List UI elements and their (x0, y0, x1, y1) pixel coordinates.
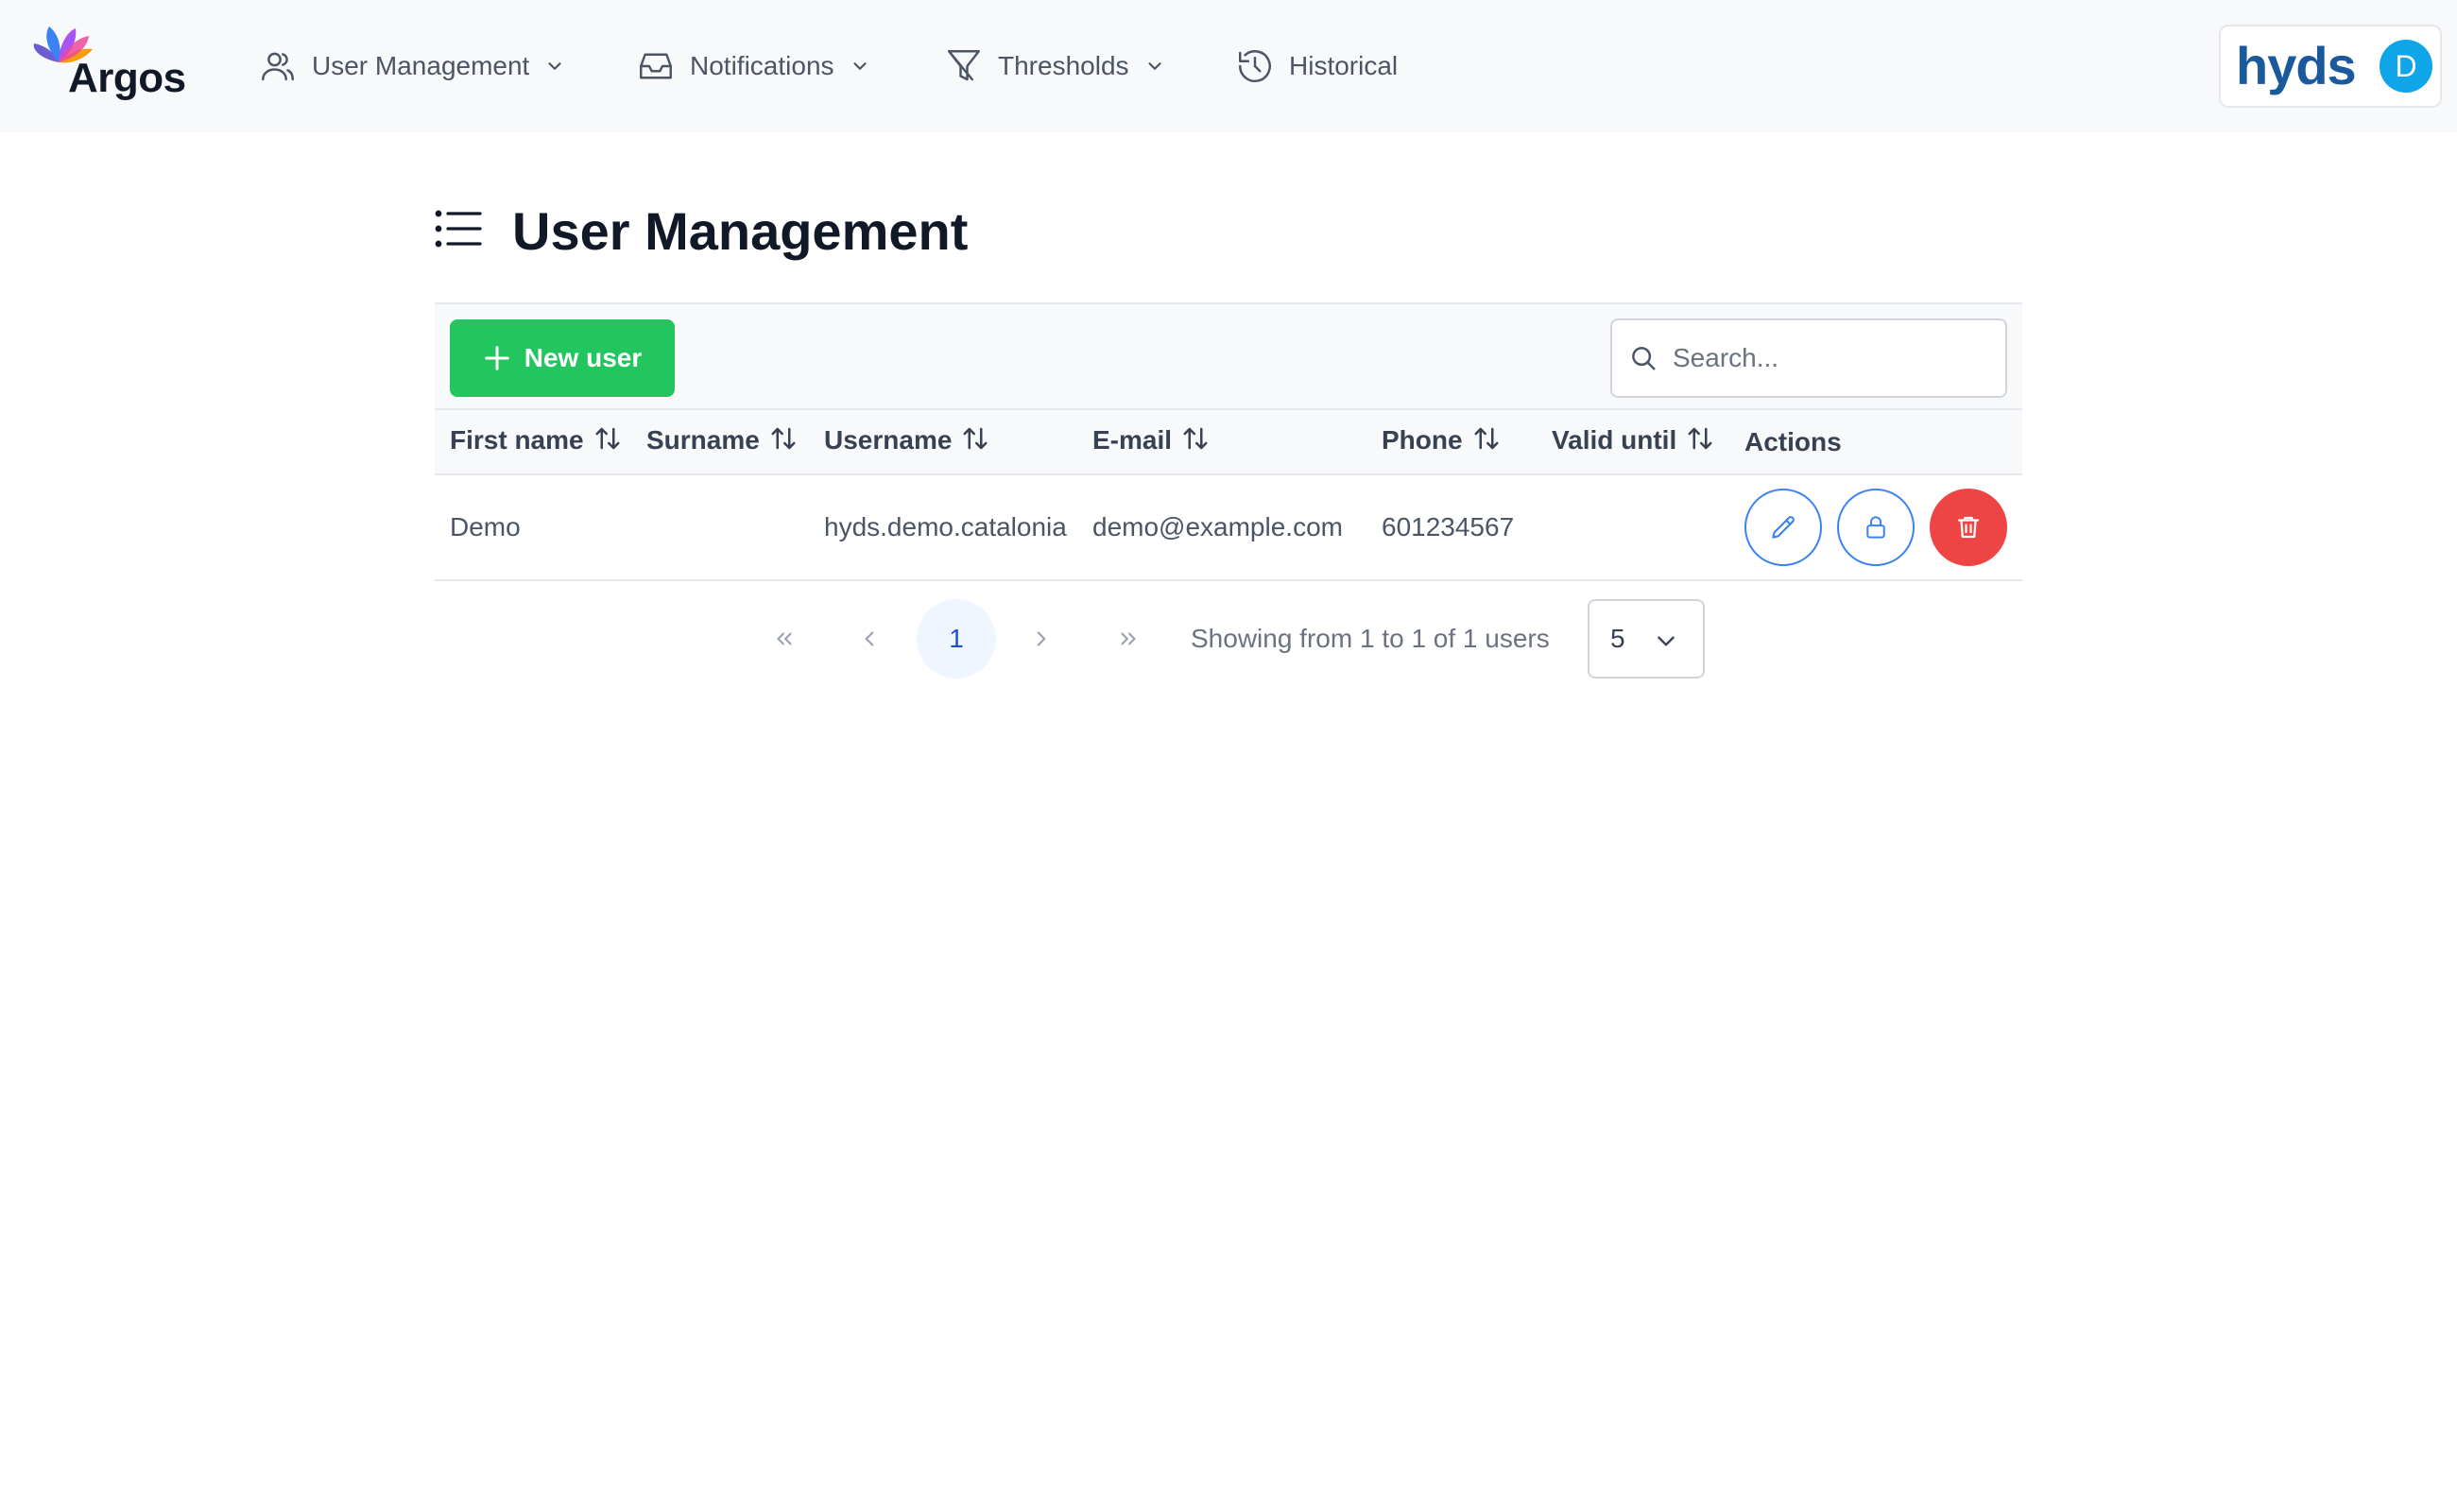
nav-historical[interactable]: Historical (1234, 0, 1398, 132)
change-password-button[interactable] (1837, 489, 1915, 566)
col-actions: Actions (1729, 410, 2022, 474)
nav-user-management[interactable]: User Management (257, 0, 565, 132)
chevrons-left-icon (772, 627, 797, 651)
pencil-icon (1768, 512, 1798, 542)
top-navbar: Argos User Management Notifications Thre… (0, 0, 2457, 132)
lock-icon (1862, 513, 1890, 541)
search-box[interactable] (1610, 318, 2007, 398)
chevron-down-icon (1654, 629, 1678, 654)
cell-first-name: Demo (450, 512, 521, 541)
col-label: First name (450, 424, 584, 455)
prev-page-button[interactable] (830, 599, 909, 679)
nav-label: Notifications (690, 51, 834, 80)
list-icon (435, 208, 484, 254)
table-toolbar: New user (435, 304, 2022, 410)
cell-phone: 601234567 (1382, 512, 1515, 541)
col-label: Valid until (1552, 424, 1677, 455)
new-user-label: New user (524, 343, 643, 372)
chevron-down-icon (1144, 56, 1165, 77)
inbox-icon (635, 45, 677, 87)
nav-label: Historical (1289, 51, 1399, 80)
users-icon (257, 45, 299, 87)
chevron-left-icon (857, 627, 882, 651)
col-label: Phone (1382, 424, 1463, 455)
hyds-logo: hyds (2236, 36, 2357, 95)
first-page-button[interactable] (745, 599, 824, 679)
nav-label: Thresholds (998, 51, 1129, 80)
pagination-info: Showing from 1 to 1 of 1 users (1191, 624, 1550, 653)
search-input[interactable] (1673, 343, 1984, 373)
nav-thresholds[interactable]: Thresholds (943, 0, 1165, 132)
delete-button[interactable] (1930, 489, 2007, 566)
nav-notifications[interactable]: Notifications (635, 0, 870, 132)
page-size-value: 5 (1610, 624, 1625, 653)
account-menu[interactable]: hyds D (2219, 25, 2442, 108)
col-first-name[interactable]: First name (435, 410, 631, 474)
plus-icon (483, 344, 511, 372)
col-phone[interactable]: Phone (1366, 410, 1537, 474)
avatar[interactable]: D (2380, 40, 2432, 93)
edit-button[interactable] (1744, 489, 1822, 566)
chevron-down-icon (850, 56, 870, 77)
chevron-right-icon (1029, 627, 1054, 651)
pagination: 1 Showing from 1 to 1 of 1 users 5 (0, 599, 2457, 679)
nav-label: User Management (312, 51, 530, 80)
sort-icon[interactable] (593, 424, 622, 459)
col-surname[interactable]: Surname (631, 410, 809, 474)
table-header-row: First name Surname Username E-mail Phone… (435, 410, 2022, 474)
chevrons-right-icon (1116, 627, 1141, 651)
sort-icon[interactable] (961, 424, 989, 459)
col-label: Username (824, 424, 953, 455)
col-email[interactable]: E-mail (1077, 410, 1366, 474)
col-label: Surname (646, 424, 760, 455)
filter-icon (943, 45, 985, 87)
col-valid-until[interactable]: Valid until (1537, 410, 1729, 474)
col-label: Actions (1744, 426, 1842, 456)
cell-valid-until (1537, 474, 1729, 580)
cell-email: demo@example.com (1092, 512, 1343, 541)
last-page-button[interactable] (1089, 599, 1168, 679)
brand-logo[interactable]: Argos (30, 21, 191, 106)
page-size-select[interactable]: 5 (1588, 599, 1705, 679)
users-table: First name Surname Username E-mail Phone… (435, 410, 2022, 581)
cell-username: hyds.demo.catalonia (824, 512, 1067, 541)
cell-actions (1729, 474, 2022, 580)
sort-icon[interactable] (769, 424, 798, 459)
col-label: E-mail (1092, 424, 1173, 455)
cell-surname (631, 474, 809, 580)
history-icon (1234, 45, 1276, 87)
table-row: Demo hyds.demo.catalonia demo@example.co… (435, 474, 2022, 580)
brand-name: Argos (68, 55, 186, 101)
users-table-panel: New user First name Surname Username E-m… (435, 302, 2022, 581)
page-title: User Management (512, 200, 969, 261)
col-username[interactable]: Username (809, 410, 1077, 474)
next-page-button[interactable] (1002, 599, 1081, 679)
sort-icon[interactable] (1472, 424, 1501, 459)
trash-icon (1954, 513, 1983, 541)
chevron-down-icon (544, 56, 565, 77)
sort-icon[interactable] (1686, 424, 1714, 459)
new-user-button[interactable]: New user (450, 319, 675, 397)
page-header: User Management (435, 193, 968, 268)
search-icon (1629, 344, 1658, 372)
sort-icon[interactable] (1181, 424, 1210, 459)
page-number-button[interactable]: 1 (917, 599, 996, 679)
